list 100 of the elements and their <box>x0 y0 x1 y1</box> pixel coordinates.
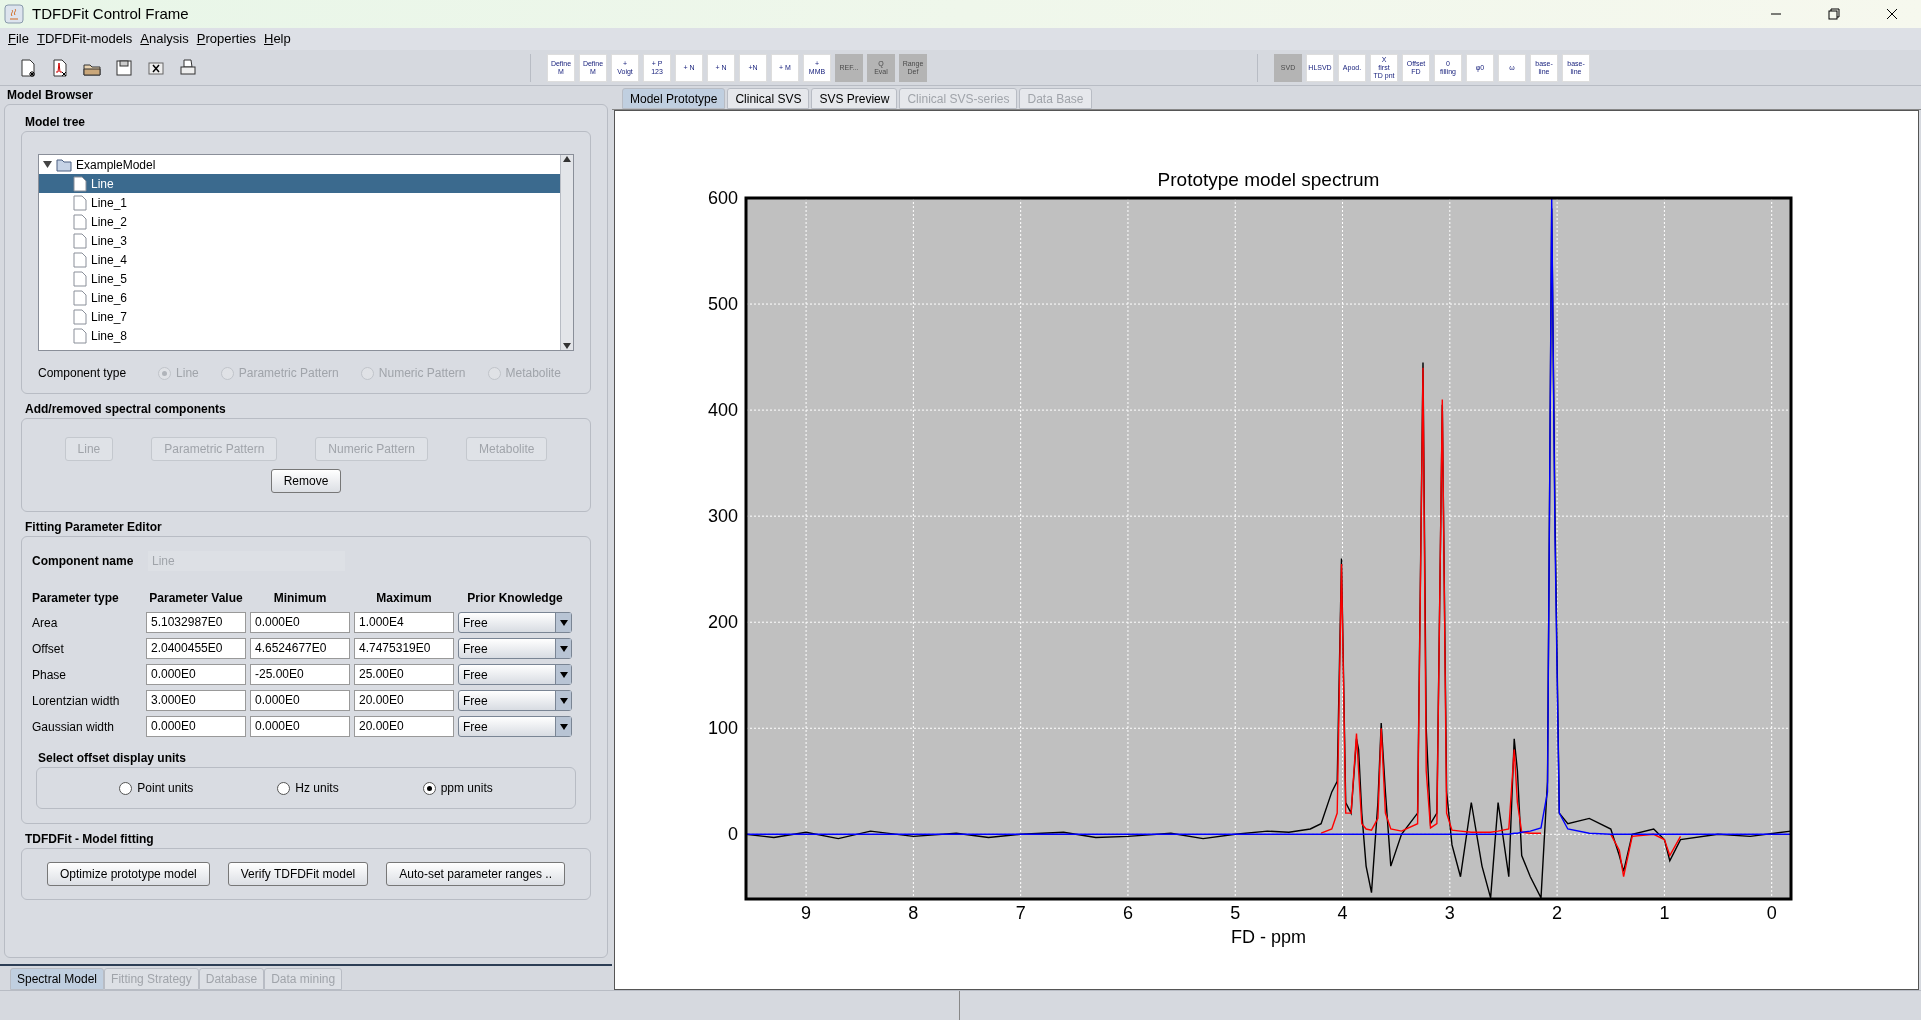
document-icon <box>73 289 87 306</box>
dropdown-arrow-icon[interactable] <box>559 671 568 678</box>
radio-button[interactable] <box>422 781 436 795</box>
tree-node[interactable]: ExampleModel <box>39 155 560 174</box>
maximum-field[interactable]: 4.7475319E0 <box>354 638 454 659</box>
tree-item[interactable]: Line_3 <box>39 231 560 250</box>
x-tick-label: 8 <box>908 903 919 923</box>
y-tick-label: 200 <box>707 612 738 633</box>
radio-button[interactable] <box>277 781 291 795</box>
tree-item[interactable]: Line_8 <box>39 326 560 345</box>
tree-item[interactable]: Line_7 <box>39 307 560 326</box>
push-button[interactable]: Verify TDFDFit model <box>227 862 369 886</box>
tree-item[interactable]: Line_4 <box>39 250 560 269</box>
value-field[interactable]: 5.1032987E0 <box>146 612 246 633</box>
radio-button[interactable] <box>119 781 133 795</box>
expand-icon[interactable] <box>43 160 52 169</box>
menu-item[interactable]: TDFDFit-models <box>36 29 133 49</box>
x-tick-label: 2 <box>1552 903 1563 923</box>
app-icon <box>4 4 24 24</box>
new-spectrum-icon[interactable] <box>50 57 70 78</box>
dropdown-arrow-icon[interactable] <box>559 645 568 652</box>
tree-item[interactable]: Line_5 <box>39 269 560 288</box>
maximum-field[interactable]: 25.00E0 <box>354 664 454 685</box>
restore-icon[interactable] <box>1828 8 1840 20</box>
radio-label: Parametric Pattern <box>238 365 339 382</box>
menu-item[interactable]: Help <box>264 29 291 49</box>
y-tick-label: 400 <box>707 400 738 421</box>
tree-item[interactable]: Line <box>39 174 560 193</box>
value-field[interactable]: 0.000E0 <box>146 664 246 685</box>
dropdown-arrow-icon[interactable] <box>559 619 568 626</box>
menu-item[interactable]: Properties <box>196 29 256 49</box>
push-button[interactable]: Remove <box>270 469 342 493</box>
minimum-field[interactable]: 0.000E0 <box>250 612 350 633</box>
x-tick-label: 7 <box>1015 903 1026 923</box>
document-icon <box>73 232 87 249</box>
prior-dropdown[interactable]: Free <box>458 716 572 737</box>
parameter-label: Phase <box>32 666 68 684</box>
axis-label: FD - ppm <box>1231 927 1306 947</box>
radio-label: Hz units <box>295 780 339 797</box>
minimum-field[interactable]: 0.000E0 <box>250 690 350 711</box>
tab[interactable]: SVS Preview <box>811 88 898 109</box>
parameter-label: Area <box>32 614 59 632</box>
column-header: Prior Knowledge <box>466 590 564 607</box>
tree-item[interactable]: Line_2 <box>39 212 560 231</box>
maximum-field[interactable]: 20.00E0 <box>354 716 454 737</box>
document-icon <box>73 194 87 211</box>
close-icon[interactable] <box>1886 8 1898 20</box>
parameter-label: Offset <box>32 640 65 658</box>
tab[interactable]: Clinical SVS <box>727 88 810 109</box>
x-tick-label: 6 <box>1122 903 1133 923</box>
document-icon <box>73 175 87 192</box>
group-title: Add/removed spectral components <box>25 401 227 418</box>
prior-dropdown[interactable]: Free <box>458 664 572 685</box>
value-field[interactable]: 2.0400455E0 <box>146 638 246 659</box>
field-label: Component name <box>32 553 135 570</box>
prior-dropdown[interactable]: Free <box>458 638 572 659</box>
group-title: Select offset display units <box>38 750 188 767</box>
document-icon <box>73 308 87 325</box>
column-header: Parameter Value <box>148 590 244 607</box>
document-icon <box>73 251 87 268</box>
group-title: Fitting Parameter Editor <box>25 519 163 536</box>
tree-item[interactable]: Line_1 <box>39 193 560 212</box>
dropdown-arrow-icon[interactable] <box>559 697 568 704</box>
chart-title: Prototype model spectrum <box>1157 169 1380 190</box>
x-tick-label: 5 <box>1230 903 1241 923</box>
parameter-label: Gaussian width <box>32 718 116 736</box>
radio-label: ppm units <box>440 780 493 797</box>
window-title: TDFDFit Control Frame <box>32 3 189 24</box>
column-header: Maximum <box>375 590 433 607</box>
save-icon[interactable] <box>114 57 134 78</box>
x-tick-label: 4 <box>1337 903 1348 923</box>
prior-dropdown[interactable]: Free <box>458 612 572 633</box>
scroll-down-icon[interactable] <box>563 342 571 350</box>
push-button[interactable]: Auto-set parameter ranges .. <box>386 862 565 886</box>
minimum-field[interactable]: 4.6524677E0 <box>250 638 350 659</box>
value-field[interactable]: 0.000E0 <box>146 716 246 737</box>
new-file-icon[interactable] <box>18 57 38 78</box>
scroll-up-icon[interactable] <box>563 155 571 163</box>
document-icon <box>73 213 87 230</box>
minimum-field[interactable]: 0.000E0 <box>250 716 350 737</box>
x-tick-label: 1 <box>1659 903 1670 923</box>
tree-item[interactable]: Line_6 <box>39 288 560 307</box>
menu-item[interactable]: File <box>8 29 29 49</box>
menu-item[interactable]: Analysis <box>140 29 189 49</box>
dropdown-arrow-icon[interactable] <box>559 723 568 730</box>
parameter-label: Lorentzian width <box>32 692 121 710</box>
printer-icon[interactable] <box>178 57 198 78</box>
push-button[interactable]: Optimize prototype model <box>47 862 210 886</box>
x-tick-label: 0 <box>1766 903 1777 923</box>
radio-label: Point units <box>137 780 194 797</box>
maximum-field[interactable]: 20.00E0 <box>354 690 454 711</box>
y-tick-label: 100 <box>707 718 738 739</box>
prior-dropdown[interactable]: Free <box>458 690 572 711</box>
y-tick-label: 0 <box>728 824 738 845</box>
tab[interactable]: Model Prototype <box>622 88 726 109</box>
value-field[interactable]: 3.000E0 <box>146 690 246 711</box>
minimum-field[interactable]: -25.00E0 <box>250 664 350 685</box>
tab[interactable]: Spectral Model <box>10 968 105 990</box>
maximum-field[interactable]: 1.000E4 <box>354 612 454 633</box>
folder-icon <box>56 157 72 172</box>
